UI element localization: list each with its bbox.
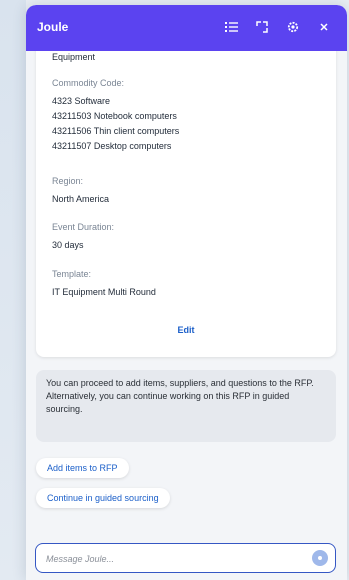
region-value: North America [52, 194, 110, 204]
expand-icon[interactable] [253, 18, 271, 36]
send-icon[interactable] [312, 550, 328, 566]
top-value: Equipment [52, 52, 96, 62]
message-input[interactable] [44, 550, 298, 568]
template-value: IT Equipment Multi Round [52, 287, 156, 297]
rfp-summary-card: Equipment Commodity Code: 4323 Software … [36, 51, 336, 357]
chat-content: Equipment Commodity Code: 4323 Software … [26, 51, 347, 531]
commodity-value: 4323 Software [52, 96, 111, 106]
continue-guided-sourcing-button[interactable]: Continue in guided sourcing [36, 488, 170, 508]
duration-label: Event Duration: [52, 222, 115, 232]
message-composer [35, 543, 336, 573]
commodity-label: Commodity Code: [52, 78, 125, 88]
add-items-button[interactable]: Add items to RFP [36, 458, 129, 478]
template-label: Template: [52, 269, 92, 279]
close-icon[interactable] [315, 18, 333, 36]
commodity-value: 43211503 Notebook computers [52, 111, 177, 121]
joule-panel: Joule Equipment Commodity Code: 4323 Sof… [26, 5, 347, 580]
header-actions [222, 18, 333, 36]
panel-title: Joule [37, 20, 69, 34]
assistant-message: You can proceed to add items, suppliers,… [36, 370, 336, 442]
panel-header: Joule [26, 5, 347, 51]
settings-icon[interactable] [284, 18, 302, 36]
edit-button[interactable]: Edit [36, 325, 336, 335]
duration-value: 30 days [52, 240, 84, 250]
region-label: Region: [52, 176, 84, 186]
history-icon[interactable] [222, 18, 240, 36]
commodity-value: 43211506 Thin client computers [52, 126, 180, 136]
background-strip [0, 0, 26, 580]
commodity-value: 43211507 Desktop computers [52, 141, 172, 151]
